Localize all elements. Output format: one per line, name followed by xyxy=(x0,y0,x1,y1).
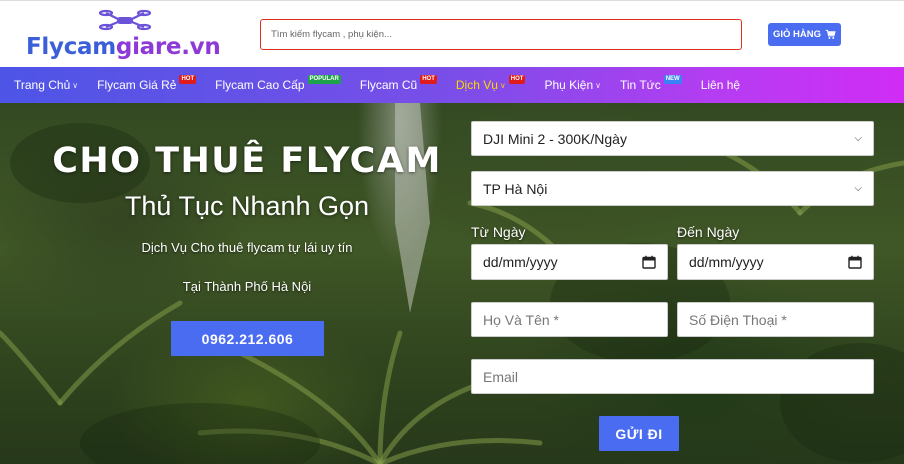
chevron-down-icon: ∨ xyxy=(595,81,601,90)
nav-item-label: Flycam Cao Cấp xyxy=(215,78,305,92)
from-date-input[interactable]: dd/mm/yyyy xyxy=(471,244,668,280)
nav-item-4[interactable]: Dịch Vụ ∨ HOT xyxy=(455,75,526,92)
product-select-value: DJI Mini 2 - 300K/Ngày xyxy=(483,130,627,147)
main-nav: Trang Chủ ∨ Flycam Giá Rẻ HOT Flycam Cao Cấp… xyxy=(0,67,904,103)
chevron-down-icon: ⌵ xyxy=(854,133,862,144)
hero-description: Dịch Vụ Cho thuê flycam tự lái uy tín xyxy=(141,240,353,255)
name-field[interactable]: Họ Và Tên * xyxy=(471,302,668,337)
search-box[interactable] xyxy=(260,19,742,50)
nav-item-3[interactable]: Flycam Cũ HOT xyxy=(359,75,437,92)
name-placeholder: Họ Và Tên * xyxy=(483,311,560,328)
hero-section: CHO THUÊ FLYCAM Thủ Tục Nhanh Gọn Dịch V… xyxy=(0,103,904,464)
nav-item-label: Flycam Cũ xyxy=(359,78,418,92)
hero-title: CHO THUÊ FLYCAM xyxy=(52,141,442,181)
from-date-placeholder: dd/mm/yyyy xyxy=(483,254,558,270)
calendar-icon[interactable] xyxy=(642,255,656,269)
nav-item-1[interactable]: Flycam Giá Rẻ HOT xyxy=(97,75,197,92)
nav-item-label: Dịch Vụ xyxy=(455,78,498,92)
nav-badge: HOT xyxy=(179,75,197,84)
nav-item-7[interactable]: Liên hệ xyxy=(701,78,740,92)
phone-field[interactable]: Số Điện Thoại * xyxy=(677,302,874,337)
chevron-down-icon: ⌵ xyxy=(854,183,862,194)
to-date-placeholder: dd/mm/yyyy xyxy=(689,254,764,270)
city-select[interactable]: TP Hà Nội ⌵ xyxy=(471,171,874,206)
to-date-input[interactable]: dd/mm/yyyy xyxy=(677,244,874,280)
nav-item-label: Flycam Giá Rẻ xyxy=(97,78,177,92)
site-header: Flycamgiare.vn GIỎ HÀNG xyxy=(0,0,904,67)
nav-badge: HOT xyxy=(508,75,526,84)
email-field[interactable]: Email xyxy=(471,359,874,394)
nav-item-label: Phụ Kiện xyxy=(544,78,594,92)
email-placeholder: Email xyxy=(483,368,519,385)
cart-button[interactable]: GIỎ HÀNG xyxy=(768,23,841,46)
nav-item-label: Liên hệ xyxy=(700,78,741,92)
cart-label: GIỎ HÀNG xyxy=(772,29,822,40)
nav-item-label: Tin Tức xyxy=(620,78,661,92)
submit-button[interactable]: GỬI ĐI xyxy=(599,416,679,451)
phone-placeholder: Số Điện Thoại * xyxy=(689,311,787,328)
from-date-label: Từ Ngày xyxy=(471,224,526,240)
to-date-label: Đến Ngày xyxy=(677,224,740,240)
search-input[interactable] xyxy=(261,20,741,49)
nav-item-0[interactable]: Trang Chủ ∨ xyxy=(14,78,78,92)
hotline-button[interactable]: 0962.212.606 xyxy=(171,321,324,356)
calendar-icon[interactable] xyxy=(848,255,862,269)
nav-badge: NEW xyxy=(663,75,682,84)
city-select-value: TP Hà Nội xyxy=(483,180,548,197)
nav-item-2[interactable]: Flycam Cao Cấp POPULAR xyxy=(215,75,341,92)
hero-location: Tại Thành Phố Hà Nội xyxy=(182,279,312,294)
cart-icon xyxy=(825,29,836,39)
hero-subtitle: Thủ Tục Nhanh Gọn xyxy=(124,191,370,221)
chevron-down-icon: ∨ xyxy=(72,81,79,90)
nav-badge: HOT xyxy=(420,75,437,84)
drone-icon xyxy=(98,9,152,31)
product-select[interactable]: DJI Mini 2 - 300K/Ngày ⌵ xyxy=(471,121,874,156)
nav-item-label: Trang Chủ xyxy=(14,78,71,92)
chevron-down-icon: ∨ xyxy=(499,81,506,90)
nav-badge: POPULAR xyxy=(307,75,341,84)
logo-text: Flycamgiare.vn xyxy=(26,34,221,60)
nav-item-5[interactable]: Phụ Kiện ∨ xyxy=(544,78,601,92)
nav-item-6[interactable]: Tin Tức NEW xyxy=(620,75,682,92)
site-logo[interactable]: Flycamgiare.vn xyxy=(26,7,226,63)
